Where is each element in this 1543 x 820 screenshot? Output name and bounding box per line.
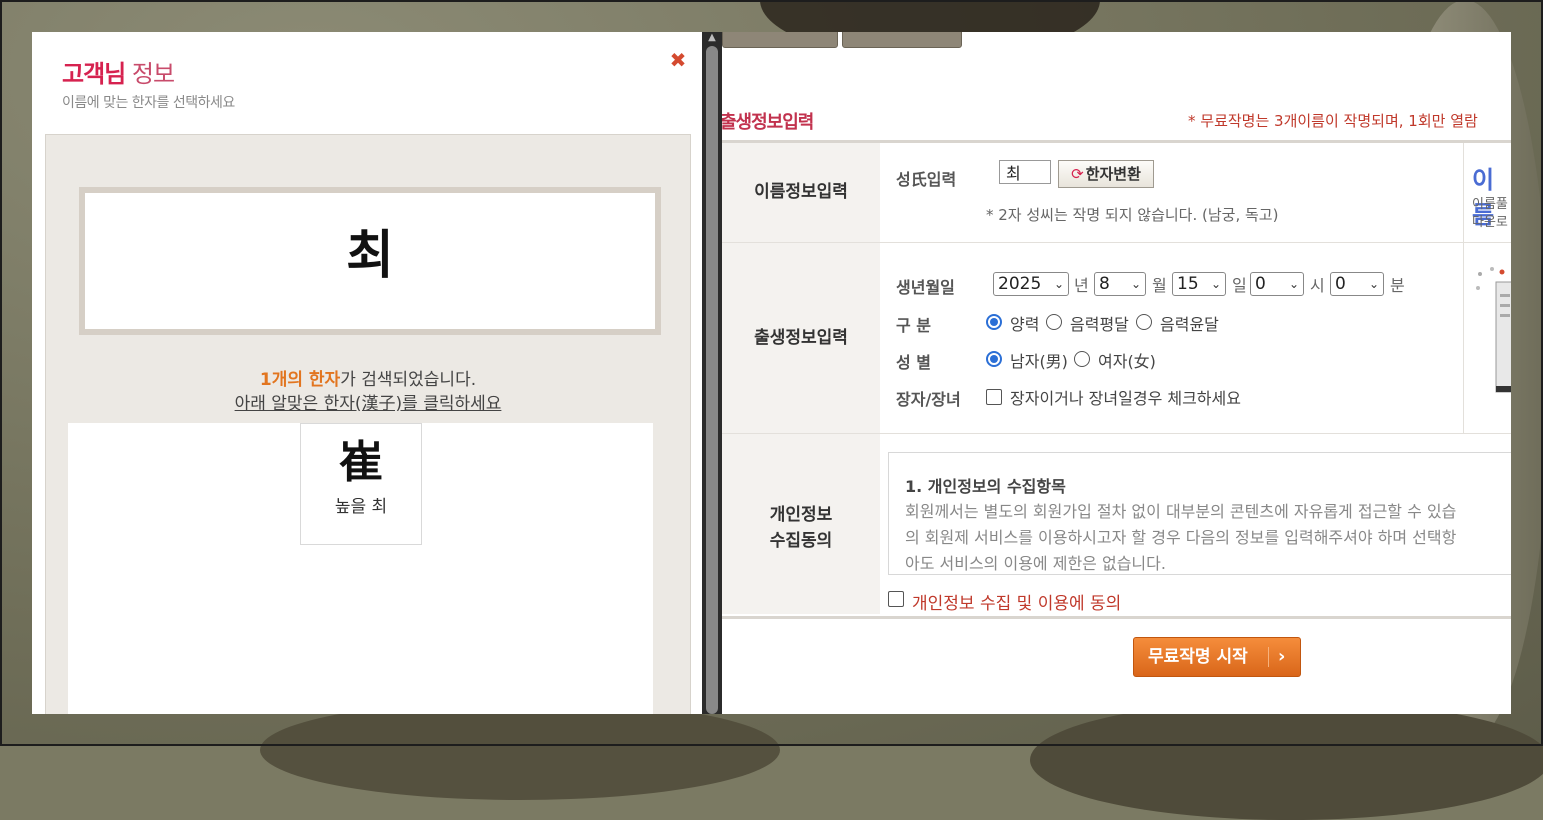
divider bbox=[722, 433, 1511, 434]
minute-select[interactable]: 0 ⌄ bbox=[1330, 272, 1384, 296]
free-notice: * 무료작명는 3개이름이 작명되며, 1회만 열람 bbox=[1188, 112, 1478, 130]
surname-char: 최 bbox=[346, 226, 394, 286]
month-select[interactable]: 8 ⌄ bbox=[1094, 272, 1146, 296]
male-label: 남자(男) bbox=[1010, 352, 1068, 371]
background-shape bbox=[260, 700, 780, 800]
calendar-type-label: 구 분 bbox=[896, 316, 932, 335]
start-naming-button[interactable]: 무료작명 시작 › bbox=[1133, 637, 1301, 677]
minute-unit: 분 bbox=[1390, 276, 1405, 295]
modal-body: 최 1개의 한자가 검색되었습니다. 아래 알맞은 한자(漢子)를 클릭하세요 … bbox=[45, 134, 691, 714]
lunar-normal-label: 음력평달 bbox=[1070, 315, 1129, 334]
chevron-down-icon: ⌄ bbox=[1053, 277, 1064, 291]
year-unit: 년 bbox=[1074, 276, 1089, 295]
female-label: 여자(女) bbox=[1098, 352, 1156, 371]
chevron-down-icon: ⌄ bbox=[1210, 277, 1221, 291]
divider bbox=[1463, 143, 1464, 433]
chevron-right-icon: › bbox=[1278, 646, 1286, 667]
day-select[interactable]: 15 ⌄ bbox=[1172, 272, 1226, 296]
naming-form-page: 출생정보입력 * 무료작명는 3개이름이 작명되며, 1회만 열람 이름정보입력… bbox=[722, 32, 1511, 714]
surname-note: * 2자 성씨는 작명 되지 않습니다. (남궁, 독고) bbox=[986, 206, 1279, 224]
privacy-body: 회원께서는 별도의 회원가입 절차 없이 대부분의 콘텐츠에 자유롭게 접근할 … bbox=[905, 502, 1457, 573]
hour-unit: 시 bbox=[1310, 276, 1325, 295]
month-unit: 월 bbox=[1152, 276, 1167, 295]
scroll-up-icon[interactable]: ▲ bbox=[706, 32, 718, 44]
solar-radio[interactable] bbox=[986, 314, 1002, 330]
hanja-select-modal: 고객님 정보 이름에 맞는 한자를 선택하세요 ✖ 최 1개의 한자가 검색되었… bbox=[32, 32, 702, 714]
modal-description: 이름에 맞는 한자를 선택하세요 bbox=[62, 95, 235, 111]
side-panel-text: 이름풀 다운로 bbox=[1472, 197, 1508, 230]
eldest-label: 장자/장녀 bbox=[896, 390, 961, 409]
hour-select[interactable]: 0 ⌄ bbox=[1250, 272, 1304, 296]
chevron-down-icon: ⌄ bbox=[1368, 277, 1379, 291]
surname-label: 성氏입력 bbox=[896, 170, 957, 189]
side-panel-image bbox=[1476, 267, 1511, 393]
birth-date-label: 생년월일 bbox=[896, 278, 955, 297]
lunar-leap-label: 음력윤달 bbox=[1160, 315, 1219, 334]
background-shape bbox=[1030, 700, 1543, 820]
privacy-terms-box[interactable]: 1. 개인정보의 수집항목 회원께서는 별도의 회원가입 절차 없이 대부분의 … bbox=[888, 452, 1511, 575]
lunar-leap-radio[interactable] bbox=[1136, 314, 1152, 330]
surname-input[interactable] bbox=[999, 160, 1051, 184]
modal-title: 고객님 정보 bbox=[62, 60, 175, 88]
divider bbox=[722, 242, 1511, 243]
row-label-privacy: 개인정보 수집동의 bbox=[722, 434, 880, 614]
eldest-check-label: 장자이거나 장녀일경우 체크하세요 bbox=[1010, 389, 1241, 408]
privacy-agree-label: 개인정보 수집 및 이용에 동의 bbox=[912, 594, 1122, 614]
divider bbox=[722, 616, 1511, 619]
solar-label: 양력 bbox=[1010, 315, 1040, 334]
hanja-reading: 높을 최 bbox=[334, 497, 388, 517]
day-unit: 일 bbox=[1232, 276, 1247, 295]
female-radio[interactable] bbox=[1074, 351, 1090, 367]
eldest-checkbox[interactable] bbox=[986, 389, 1002, 405]
privacy-agree-checkbox[interactable] bbox=[888, 591, 904, 607]
close-icon[interactable]: ✖ bbox=[668, 50, 688, 70]
gender-label: 성 별 bbox=[896, 353, 932, 372]
hanja-option[interactable]: 崔 높을 최 bbox=[300, 423, 422, 545]
row-label-name: 이름정보입력 bbox=[722, 143, 880, 242]
year-select[interactable]: 2025 ⌄ bbox=[993, 272, 1069, 296]
row-label-birth: 출생정보입력 bbox=[722, 243, 880, 433]
chevron-down-icon: ⌄ bbox=[1288, 277, 1299, 291]
result-hint: 아래 알맞은 한자(漢子)를 클릭하세요 bbox=[234, 394, 502, 414]
scrollbar-thumb[interactable] bbox=[706, 46, 718, 714]
lunar-normal-radio[interactable] bbox=[1046, 314, 1062, 330]
surname-display: 최 bbox=[79, 187, 661, 335]
hanja-list: 崔 높을 최 bbox=[68, 423, 653, 714]
chevron-down-icon: ⌄ bbox=[1130, 277, 1141, 291]
top-tab-button[interactable] bbox=[722, 32, 838, 48]
result-count: 1개의 한자 bbox=[259, 370, 341, 390]
top-tab-button[interactable] bbox=[842, 32, 962, 48]
privacy-heading: 1. 개인정보의 수집항목 bbox=[905, 477, 1066, 496]
male-radio[interactable] bbox=[986, 351, 1002, 367]
search-result-text: 1개의 한자가 검색되었습니다. bbox=[259, 370, 477, 390]
section-title: 출생정보입력 bbox=[722, 112, 814, 133]
hanja-char: 崔 bbox=[339, 437, 383, 488]
hanja-convert-button[interactable]: ⟳ 한자변환 bbox=[1058, 160, 1154, 188]
refresh-icon: ⟳ bbox=[1071, 165, 1084, 183]
